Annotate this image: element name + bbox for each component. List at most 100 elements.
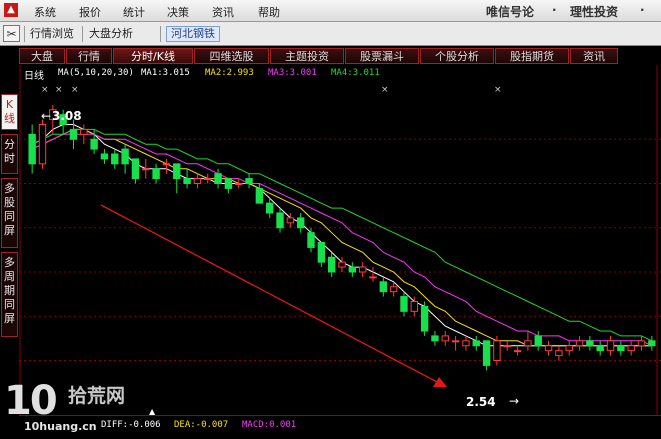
candle-down [472, 340, 480, 347]
candle-down [111, 153, 119, 165]
candle-up [544, 345, 553, 352]
trend-arrowhead-icon [433, 377, 447, 387]
candle-up [493, 340, 501, 362]
candle-down [586, 340, 594, 347]
candle-up [80, 128, 88, 135]
toolbar: ✂ 行情浏览 大盘分析 河北钢铁 [0, 22, 661, 46]
candle-up [338, 261, 346, 268]
watermark-number-text: 10 [4, 378, 58, 424]
candle-up [637, 340, 646, 347]
candle-up [358, 266, 367, 273]
candle-up [142, 168, 150, 171]
candle-down [214, 173, 222, 184]
watermark-site-name: 拾荒网 [68, 385, 126, 407]
low-price-label: 2.54 [466, 395, 496, 409]
candle-down [327, 256, 336, 273]
candle-up [410, 301, 418, 312]
signal-marker-icon: × [41, 85, 49, 95]
function-tab-bar: 大盘 行情 分时/K线 四维选股 主题投资 股票漏斗 个股分析 股指期货 资讯 [18, 47, 661, 65]
candle-up [441, 335, 449, 342]
stock-tab-button[interactable]: 河北钢铁 [166, 26, 220, 42]
toolbar-divider [82, 26, 83, 42]
candle-down [100, 153, 109, 160]
candle-down [266, 202, 274, 214]
candle-down [648, 340, 656, 347]
candle-up [369, 276, 377, 279]
candle-down [596, 345, 604, 352]
side-tab-multi-period[interactable]: 多周期同屏 [1, 252, 18, 337]
side-tab-timeshare[interactable]: 分时 [1, 134, 18, 174]
menu-bar: ▲ 系统 报价 统计 决策 资讯 帮助 唯信号论 · 理性投资 · [0, 0, 661, 22]
tab-index-futures[interactable]: 股指期货 [495, 48, 569, 64]
side-tab-kline[interactable]: K线 [1, 94, 18, 130]
candle-down [245, 178, 253, 185]
kline-chart[interactable]: × × × × × ← → ▲ [19, 65, 661, 415]
app-logo-icon: ▲ [4, 3, 18, 17]
candle-down [400, 296, 408, 312]
menu-statistics[interactable]: 统计 [123, 4, 145, 20]
market-analysis-button[interactable]: 大盘分析 [87, 26, 135, 42]
watermark-logo: 10 拾荒网 10huang.cn [4, 378, 154, 439]
menu-system[interactable]: 系统 [34, 4, 56, 20]
candle-down [534, 335, 542, 347]
menu-decision[interactable]: 决策 [167, 4, 189, 20]
candle-down [296, 217, 305, 229]
signal-marker-icon: × [55, 85, 63, 95]
candle-up [524, 340, 532, 347]
scissors-icon[interactable]: ✂ [3, 25, 20, 42]
candle-up [38, 124, 47, 165]
candle-down [152, 168, 160, 180]
macd-value: MACD:0.001 [242, 420, 297, 430]
signal-marker-icon: × [381, 85, 389, 95]
candle-up [565, 345, 573, 352]
candle-up [389, 286, 398, 293]
candle-down [131, 158, 140, 180]
macd-dea: DEA:-0.007 [174, 420, 229, 430]
candle-down [173, 163, 181, 180]
menu-quote[interactable]: 报价 [79, 4, 101, 20]
candle-down [307, 232, 315, 248]
candle-up [451, 340, 460, 343]
tab-stock-funnel[interactable]: 股票漏斗 [345, 48, 419, 64]
brand-slogan-1: 唯信号论 [486, 5, 535, 19]
candle-up [575, 340, 584, 347]
tab-kline[interactable]: 分时/K线 [113, 48, 193, 64]
candle-up [503, 345, 511, 348]
candle-down [420, 305, 429, 332]
side-tab-bar: K线 分时 多股同屏 多周期同屏 [0, 90, 19, 390]
candle-down [317, 242, 326, 263]
candle-down [69, 128, 78, 140]
candle-down [183, 178, 191, 185]
browse-quotes-button[interactable]: 行情浏览 [28, 26, 76, 42]
candle-down [121, 148, 129, 165]
candle-down [617, 345, 625, 352]
menu-help[interactable]: 帮助 [258, 4, 280, 20]
brand-separator-2: · [640, 3, 645, 17]
candle-down [28, 133, 36, 165]
toolbar-divider [24, 26, 25, 42]
tab-quotes[interactable]: 行情 [66, 48, 112, 64]
candle-down [482, 340, 491, 366]
candle-up [462, 340, 470, 347]
candle-up [606, 340, 615, 352]
tab-news[interactable]: 资讯 [570, 48, 618, 64]
candle-down [431, 335, 439, 342]
candle-up [162, 163, 171, 166]
tab-market[interactable]: 大盘 [19, 48, 65, 64]
side-tab-multi-stock[interactable]: 多股同屏 [1, 178, 18, 248]
candle-up [235, 183, 243, 185]
candle-down [90, 138, 98, 150]
candle-up [204, 178, 212, 181]
brand-separator: · [552, 3, 557, 17]
tab-stock-analysis[interactable]: 个股分析 [420, 48, 494, 64]
candle-down [379, 281, 388, 293]
menu-news[interactable]: 资讯 [212, 4, 234, 20]
candle-down [224, 178, 233, 189]
watermark-domain: 10huang.cn [24, 420, 97, 433]
candle-up [193, 178, 202, 185]
candle-down [348, 266, 357, 273]
high-arrow-icon: ← [41, 109, 51, 123]
watermark-number: 10 [4, 378, 58, 424]
tab-4d-selection[interactable]: 四维选股 [194, 48, 269, 64]
tab-theme-invest[interactable]: 主题投资 [270, 48, 344, 64]
